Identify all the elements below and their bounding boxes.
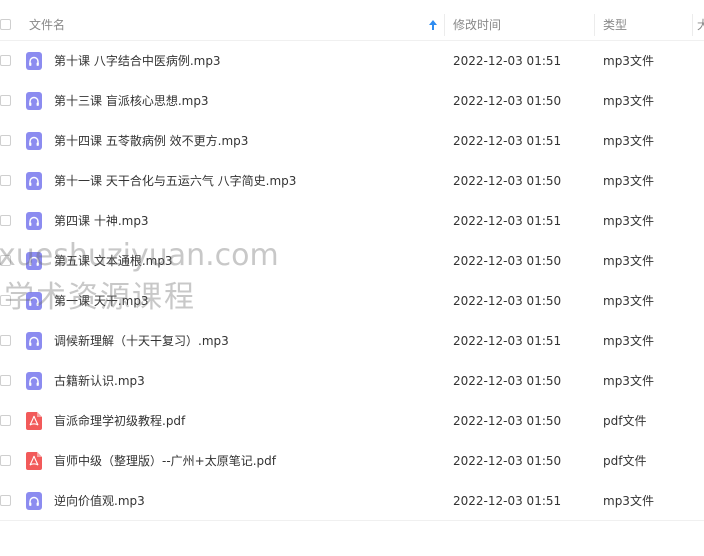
- file-row[interactable]: 第一课 天干.mp3 2022-12-03 01:50 mp3文件: [0, 281, 704, 321]
- file-list-header: 文件名 修改时间 类型 大: [0, 10, 704, 41]
- audio-file-icon: [26, 52, 42, 70]
- row-checkbox[interactable]: [0, 55, 11, 66]
- column-divider[interactable]: [444, 14, 445, 36]
- audio-file-icon: [26, 292, 42, 310]
- row-checkbox[interactable]: [0, 95, 11, 106]
- file-modified-time: 2022-12-03 01:50: [453, 374, 562, 388]
- file-name[interactable]: 调候新理解（十天干复习）.mp3: [54, 321, 229, 361]
- file-row[interactable]: 第十一课 天干合化与五运六气 八字简史.mp3 2022-12-03 01:50 m…: [0, 161, 704, 201]
- audio-file-icon: [26, 252, 42, 270]
- row-checkbox[interactable]: [0, 255, 11, 266]
- file-row[interactable]: 第四课 十神.mp3 2022-12-03 01:51 mp3文件: [0, 201, 704, 241]
- audio-file-icon: [26, 332, 42, 350]
- row-checkbox[interactable]: [0, 335, 11, 346]
- file-modified-time: 2022-12-03 01:51: [453, 54, 562, 68]
- audio-file-icon: [26, 172, 42, 190]
- file-row[interactable]: 盲师中级（整理版）--广州+太原笔记.pdf 2022-12-03 01:50 pd…: [0, 441, 704, 481]
- file-modified-time: 2022-12-03 01:51: [453, 134, 562, 148]
- file-type: mp3文件: [603, 174, 654, 188]
- file-modified-time: 2022-12-03 01:50: [453, 94, 562, 108]
- file-name[interactable]: 第十一课 天干合化与五运六气 八字简史.mp3: [54, 161, 296, 201]
- column-header-modified-time[interactable]: 修改时间: [453, 10, 501, 40]
- file-modified-time: 2022-12-03 01:50: [453, 254, 562, 268]
- file-type: mp3文件: [603, 334, 654, 348]
- file-row[interactable]: 第十课 八字结合中医病例.mp3 2022-12-03 01:51 mp3文件: [0, 41, 704, 81]
- file-row[interactable]: 第十四课 五苓散病例 效不更方.mp3 2022-12-03 01:51 mp3文件: [0, 121, 704, 161]
- file-type: mp3文件: [603, 134, 654, 148]
- row-checkbox[interactable]: [0, 375, 11, 386]
- file-name[interactable]: 盲派命理学初级教程.pdf: [54, 401, 185, 441]
- row-checkbox[interactable]: [0, 415, 11, 426]
- audio-file-icon: [26, 132, 42, 150]
- file-row[interactable]: 调候新理解（十天干复习）.mp3 2022-12-03 01:51 mp3文件: [0, 321, 704, 361]
- file-name[interactable]: 第一课 天干.mp3: [54, 281, 149, 321]
- row-checkbox[interactable]: [0, 175, 11, 186]
- file-name[interactable]: 第四课 十神.mp3: [54, 201, 149, 241]
- pdf-file-icon: [26, 452, 42, 470]
- file-type: mp3文件: [603, 494, 654, 508]
- audio-file-icon: [26, 492, 42, 510]
- select-all-checkbox[interactable]: [0, 19, 11, 30]
- column-divider[interactable]: [594, 14, 595, 36]
- pdf-file-icon: [26, 412, 42, 430]
- file-name[interactable]: 古籍新认识.mp3: [54, 361, 145, 401]
- file-modified-time: 2022-12-03 01:51: [453, 334, 562, 348]
- file-modified-time: 2022-12-03 01:50: [453, 294, 562, 308]
- column-divider[interactable]: [692, 14, 693, 36]
- file-type: mp3文件: [603, 94, 654, 108]
- file-row[interactable]: 逆向价值观.mp3 2022-12-03 01:51 mp3文件: [0, 481, 704, 521]
- file-row[interactable]: 第十三课 盲派核心思想.mp3 2022-12-03 01:50 mp3文件: [0, 81, 704, 121]
- file-name[interactable]: 逆向价值观.mp3: [54, 481, 145, 521]
- row-checkbox[interactable]: [0, 135, 11, 146]
- audio-file-icon: [26, 92, 42, 110]
- file-name[interactable]: 第十课 八字结合中医病例.mp3: [54, 41, 221, 81]
- column-header-size[interactable]: 大: [697, 10, 704, 40]
- file-modified-time: 2022-12-03 01:51: [453, 494, 562, 508]
- row-checkbox[interactable]: [0, 495, 11, 506]
- audio-file-icon: [26, 212, 42, 230]
- file-name[interactable]: 第十三课 盲派核心思想.mp3: [54, 81, 209, 121]
- file-type: mp3文件: [603, 294, 654, 308]
- file-modified-time: 2022-12-03 01:50: [453, 454, 562, 468]
- sort-ascending-icon[interactable]: [428, 19, 438, 31]
- file-modified-time: 2022-12-03 01:50: [453, 414, 562, 428]
- file-row[interactable]: 古籍新认识.mp3 2022-12-03 01:50 mp3文件: [0, 361, 704, 401]
- file-modified-time: 2022-12-03 01:50: [453, 174, 562, 188]
- file-row[interactable]: 盲派命理学初级教程.pdf 2022-12-03 01:50 pdf文件: [0, 401, 704, 441]
- row-checkbox[interactable]: [0, 455, 11, 466]
- file-name[interactable]: 第五课 文本通根.mp3: [54, 241, 173, 281]
- file-type: pdf文件: [603, 454, 647, 468]
- file-modified-time: 2022-12-03 01:51: [453, 214, 562, 228]
- file-type: mp3文件: [603, 54, 654, 68]
- audio-file-icon: [26, 372, 42, 390]
- file-name[interactable]: 盲师中级（整理版）--广州+太原笔记.pdf: [54, 441, 276, 481]
- column-header-name[interactable]: 文件名: [29, 10, 65, 40]
- file-type: mp3文件: [603, 374, 654, 388]
- file-type: mp3文件: [603, 214, 654, 228]
- file-type: mp3文件: [603, 254, 654, 268]
- file-row[interactable]: 第五课 文本通根.mp3 2022-12-03 01:50 mp3文件: [0, 241, 704, 281]
- row-checkbox[interactable]: [0, 215, 11, 226]
- row-checkbox[interactable]: [0, 295, 11, 306]
- file-name[interactable]: 第十四课 五苓散病例 效不更方.mp3: [54, 121, 248, 161]
- list-bottom-divider: [0, 520, 704, 521]
- file-type: pdf文件: [603, 414, 647, 428]
- column-header-type[interactable]: 类型: [603, 10, 627, 40]
